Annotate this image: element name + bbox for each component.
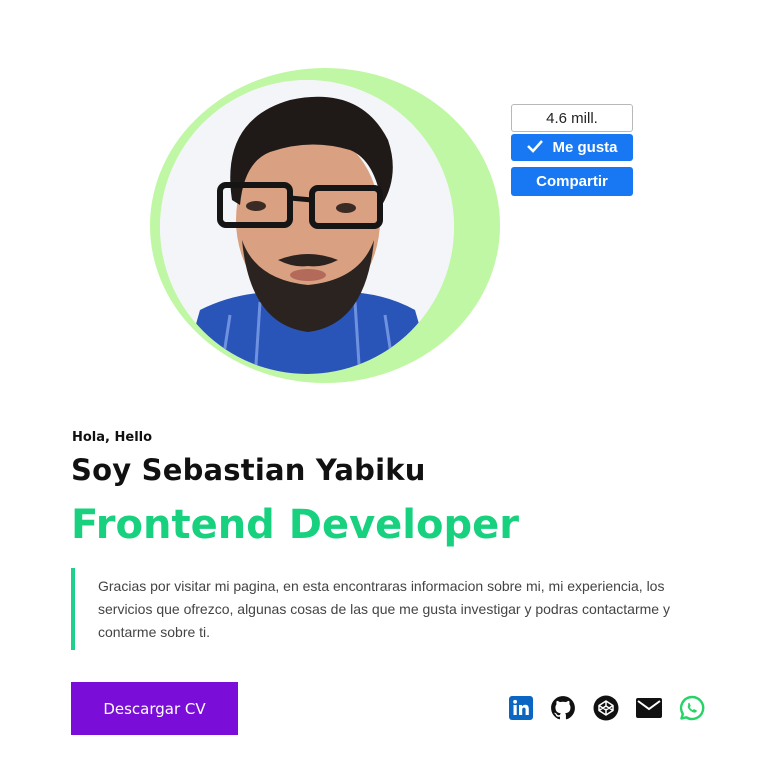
- codepen-icon: [593, 695, 619, 721]
- like-button[interactable]: Me gusta: [511, 134, 633, 161]
- intro-text: Gracias por visitar mi pagina, en esta e…: [98, 578, 670, 641]
- greeting: Hola, Hello: [72, 430, 153, 445]
- role-title: Frontend Developer: [71, 502, 519, 548]
- like-label: Me gusta: [552, 139, 618, 156]
- linkedin-icon: [509, 696, 533, 720]
- page-title: Soy Sebastian Yabiku: [71, 453, 426, 487]
- quote-accent-bar: [71, 568, 75, 650]
- mail-link[interactable]: [636, 695, 662, 721]
- profile-photo: [160, 80, 454, 374]
- like-count: 4.6 mill.: [511, 104, 633, 132]
- codepen-link[interactable]: [593, 695, 619, 721]
- whatsapp-link[interactable]: [679, 695, 705, 721]
- mail-icon: [636, 698, 662, 718]
- linkedin-link[interactable]: [508, 695, 534, 721]
- checkmark-icon: [526, 139, 544, 157]
- download-cv-button[interactable]: Descargar CV: [71, 682, 238, 735]
- github-link[interactable]: [550, 695, 576, 721]
- whatsapp-icon: [679, 695, 705, 721]
- github-icon: [550, 695, 576, 721]
- share-button[interactable]: Compartir: [511, 167, 633, 196]
